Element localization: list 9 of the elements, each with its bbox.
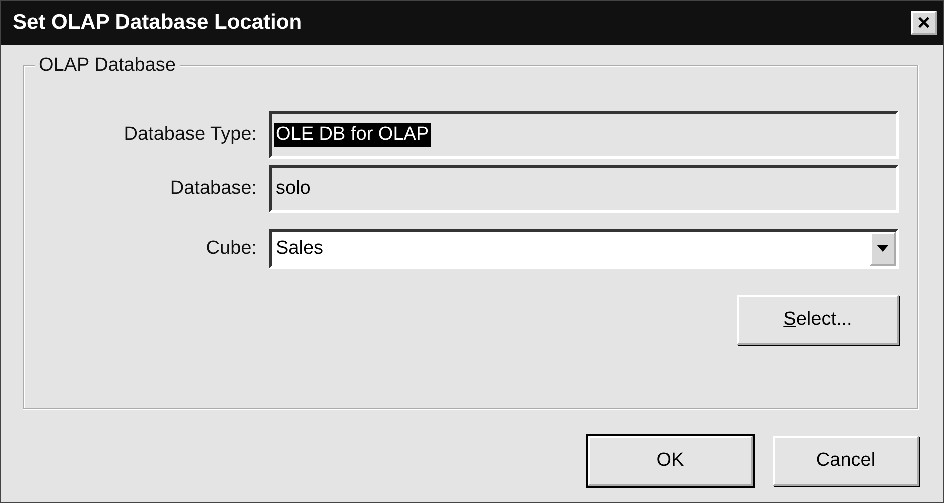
select-button[interactable]: Select... bbox=[737, 295, 899, 345]
ok-button[interactable]: OK bbox=[588, 436, 753, 486]
field-label: Cube: bbox=[205, 238, 257, 260]
close-button[interactable]: × bbox=[911, 11, 937, 35]
field-label: Database Type: bbox=[123, 124, 257, 146]
cube-dropdown[interactable]: Sales bbox=[269, 229, 899, 269]
window-title: Set OLAP Database Location bbox=[13, 11, 302, 35]
cancel-button[interactable]: Cancel bbox=[773, 436, 919, 486]
field-label: Database: bbox=[169, 178, 257, 200]
